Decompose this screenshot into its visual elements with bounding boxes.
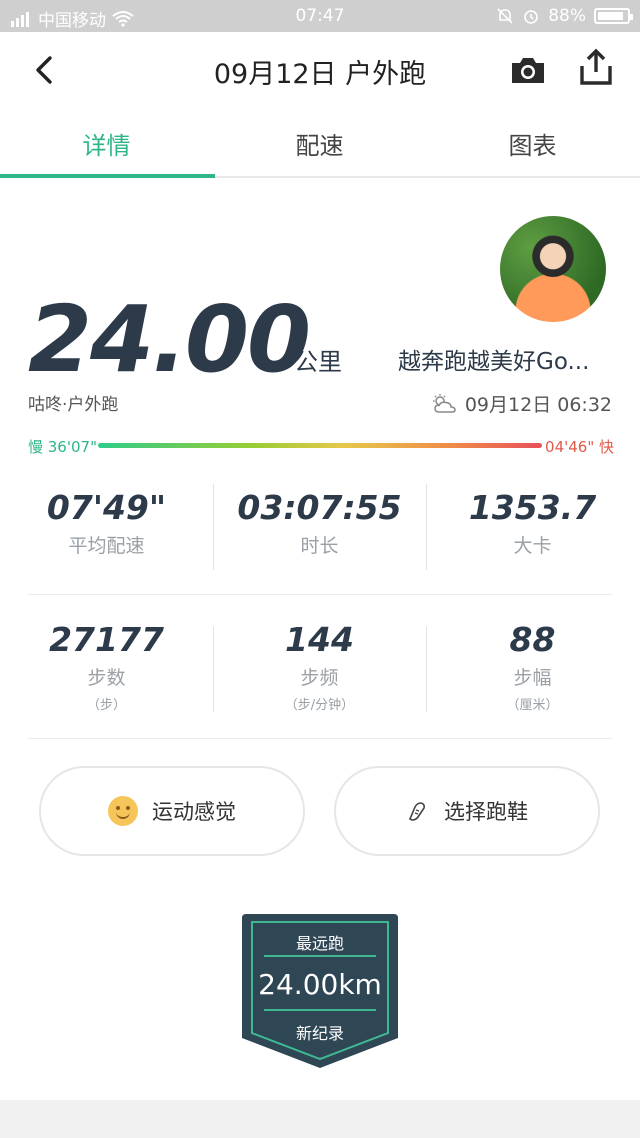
tab-bar: 详情 配速 图表	[0, 108, 640, 178]
stat-value: 03:07:55	[237, 488, 402, 527]
feeling-button[interactable]: 运动感觉	[39, 766, 305, 856]
distance-value: 24.00	[28, 286, 311, 393]
stat-label: 时长	[300, 535, 339, 557]
mute-icon	[497, 8, 513, 24]
stats-row-2: 27177 步数 （步） 144 步频 （步/分钟） 88 步幅 （厘米）	[0, 612, 640, 716]
feeling-label: 运动感觉	[152, 800, 236, 824]
badge-title: 最远跑	[295, 934, 344, 953]
divider	[213, 484, 214, 570]
activity-datetime: 09月12日 06:32	[431, 390, 612, 417]
record-badge[interactable]: 最远跑 24.00km 新纪录	[240, 910, 400, 1070]
distance-unit: 公里	[294, 348, 342, 376]
stat-label: 大卡	[513, 535, 552, 557]
bottom-strip	[0, 1100, 640, 1138]
alarm-icon	[524, 10, 539, 24]
avatar[interactable]	[500, 216, 606, 322]
stat-unit: （步）	[86, 698, 126, 713]
stat-value: 144	[285, 620, 354, 659]
share-icon[interactable]	[576, 48, 616, 88]
divider	[28, 594, 612, 595]
badge-value: 24.00km	[258, 968, 382, 1001]
divider	[426, 626, 427, 712]
stat-duration: 03:07:55 时长	[213, 480, 426, 558]
badge-subtitle: 新纪录	[295, 1024, 344, 1043]
tab-indicator	[0, 174, 215, 178]
smiley-icon	[108, 796, 138, 826]
activity-source: 咕咚·户外跑	[28, 395, 119, 415]
datetime-text: 09月12日 06:32	[464, 394, 612, 416]
status-bar: 中国移动 07:47 88%	[0, 0, 640, 32]
stats-row-1: 07'49" 平均配速 03:07:55 时长 1353.7 大卡	[0, 480, 640, 576]
username[interactable]: 越奔跑越美好Go...	[398, 342, 614, 376]
stat-cadence: 144 步频 （步/分钟）	[213, 612, 426, 713]
battery-percent: 88%	[548, 6, 586, 26]
stat-steps: 27177 步数 （步）	[0, 612, 213, 713]
stat-value: 07'49"	[46, 488, 167, 527]
stat-unit: （厘米）	[506, 698, 559, 713]
stat-calories: 1353.7 大卡	[426, 480, 639, 558]
top-bar: 09月12日 户外跑	[0, 32, 640, 108]
tab-pace[interactable]: 配速	[213, 126, 426, 161]
stat-label: 步频	[300, 667, 339, 689]
tab-charts[interactable]: 图表	[426, 126, 639, 161]
divider	[426, 484, 427, 570]
stat-value: 27177	[49, 620, 164, 659]
stat-label: 步数	[87, 667, 126, 689]
stat-label: 步幅	[513, 667, 552, 689]
divider	[28, 738, 612, 739]
stat-stride: 88 步幅 （厘米）	[426, 612, 639, 713]
shoe-icon	[408, 802, 425, 821]
stat-value: 88	[509, 620, 556, 659]
stat-value: 1353.7	[468, 488, 597, 527]
battery-icon	[594, 8, 633, 24]
stat-unit: （步/分钟）	[284, 698, 355, 713]
partly-cloudy-icon	[432, 393, 456, 413]
stat-avg-pace: 07'49" 平均配速	[0, 480, 213, 558]
stat-label: 平均配速	[68, 535, 145, 557]
slow-pace-label: 慢 36'07"	[28, 438, 97, 456]
choose-shoes-button[interactable]: 选择跑鞋	[334, 766, 600, 856]
pace-range-bar: 慢 36'07" 04'46" 快	[28, 434, 614, 458]
camera-icon[interactable]	[508, 50, 548, 90]
fast-pace-label: 04'46" 快	[545, 438, 614, 456]
pace-gradient	[98, 443, 542, 448]
tab-details[interactable]: 详情	[0, 126, 213, 161]
shoes-label: 选择跑鞋	[444, 800, 528, 824]
divider	[213, 626, 214, 712]
